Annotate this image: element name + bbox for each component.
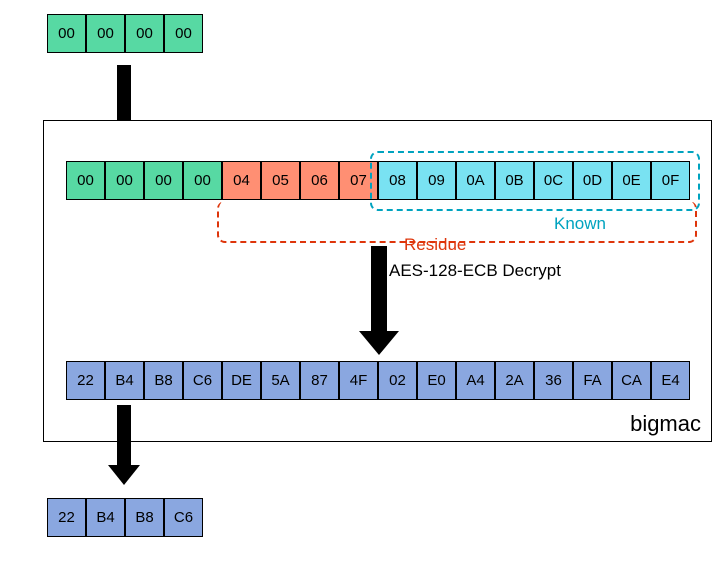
output-row: 22 B4 B8 C6 DE 5A 87 4F 02 E0 A4 2A 36 F… — [66, 361, 690, 400]
bigmac-box: 00 00 00 00 04 05 06 07 08 09 0A 0B 0C 0… — [43, 120, 712, 442]
cell: A4 — [456, 361, 495, 400]
cell: 04 — [222, 161, 261, 200]
cell: B8 — [144, 361, 183, 400]
cell: FA — [573, 361, 612, 400]
cell: 00 — [47, 14, 86, 53]
bigmac-label: bigmac — [630, 411, 701, 437]
cell: B4 — [105, 361, 144, 400]
known-label: Known — [554, 214, 606, 234]
arrow-down-icon — [108, 405, 140, 485]
cell: E4 — [651, 361, 690, 400]
cell: 02 — [378, 361, 417, 400]
cell: E0 — [417, 361, 456, 400]
cell: 2A — [495, 361, 534, 400]
cell: 00 — [183, 161, 222, 200]
cell: DE — [222, 361, 261, 400]
input-green-row: 00 00 00 00 — [47, 14, 203, 53]
cell: 5A — [261, 361, 300, 400]
cell: 00 — [86, 14, 125, 53]
cell: 00 — [105, 161, 144, 200]
cell: 22 — [47, 498, 86, 537]
cell: C6 — [183, 361, 222, 400]
residue-label: Residue — [404, 235, 466, 255]
cell: 00 — [144, 161, 183, 200]
cell: 06 — [300, 161, 339, 200]
cell: 00 — [164, 14, 203, 53]
cell: 00 — [125, 14, 164, 53]
cell: 87 — [300, 361, 339, 400]
decrypt-label: AES-128-ECB Decrypt — [389, 261, 561, 281]
cell: 00 — [66, 161, 105, 200]
cell: B4 — [86, 498, 125, 537]
cell: 05 — [261, 161, 300, 200]
cell: C6 — [164, 498, 203, 537]
cell: 4F — [339, 361, 378, 400]
result-row: 22 B4 B8 C6 — [47, 498, 203, 537]
cell: 22 — [66, 361, 105, 400]
cell: 36 — [534, 361, 573, 400]
arrow-down-icon — [359, 246, 399, 355]
cell: B8 — [125, 498, 164, 537]
cell: CA — [612, 361, 651, 400]
